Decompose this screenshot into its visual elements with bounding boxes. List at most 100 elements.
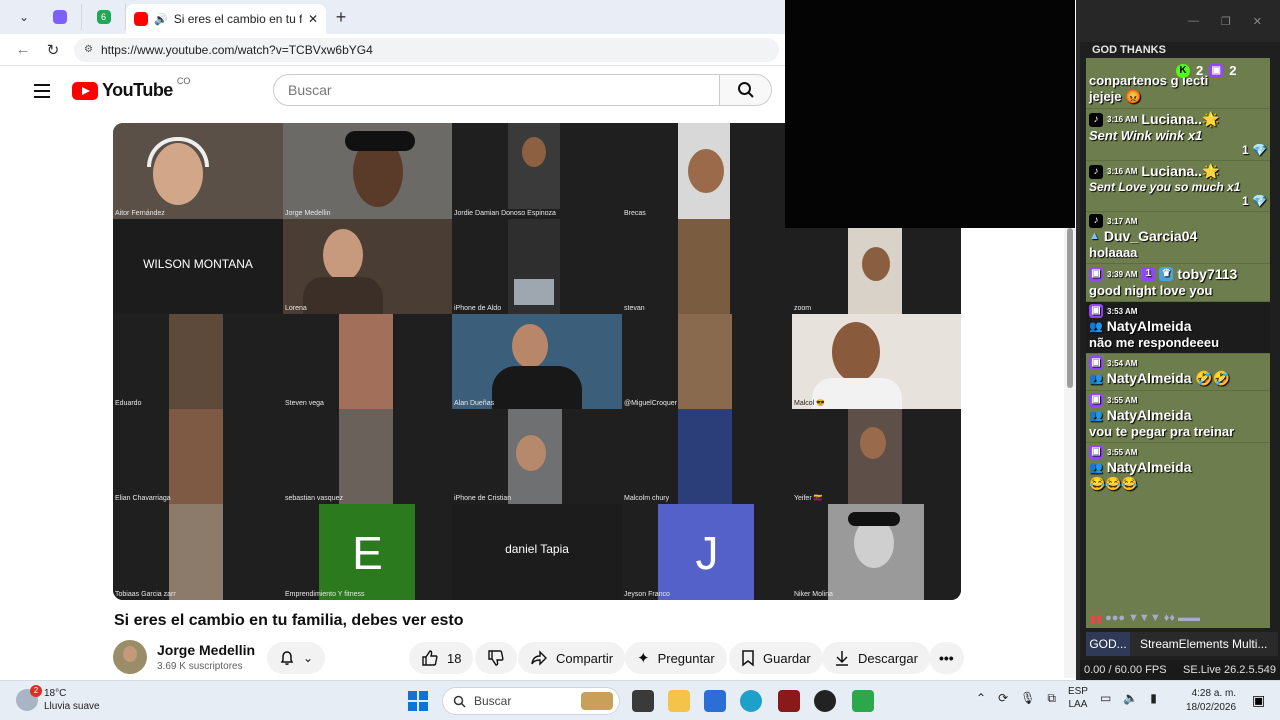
chat-user: Luciana..🌟 xyxy=(1141,163,1220,179)
scrollbar-thumb[interactable] xyxy=(1067,228,1073,388)
system-tray: ⌃ ⟳ 🎙 ⧉ ESP LAA ▭ 🔈 ▮ xyxy=(976,685,1157,711)
back-arrow-icon[interactable]: ← xyxy=(14,41,32,58)
participant-tile: Tobiaas Garcia zarr xyxy=(113,504,283,600)
site-info-icon[interactable]: ⚙ xyxy=(84,44,93,55)
share-button[interactable]: Compartir xyxy=(518,642,626,674)
kick-icon: K xyxy=(1176,63,1190,78)
participant-tile: Malcol 😎 xyxy=(792,314,961,409)
taskbar-search-text: Buscar xyxy=(474,694,512,708)
participant-name: Jorge Medellin xyxy=(285,210,331,217)
screen-icon[interactable]: ⧉ xyxy=(1047,691,1056,706)
tab-camera[interactable] xyxy=(38,4,82,30)
chat-time: 3:39 AM xyxy=(1107,269,1138,279)
speaker-icon[interactable]: 🔊 xyxy=(154,13,168,26)
sync-icon[interactable]: ⟳ xyxy=(998,691,1008,705)
chat-time: 3:54 AM xyxy=(1107,358,1138,368)
participant-name: Brecas xyxy=(624,210,646,217)
ask-button[interactable]: ✦ Preguntar xyxy=(625,642,727,674)
chevron-up-icon[interactable]: ⌃ xyxy=(976,691,986,705)
obs-icon[interactable] xyxy=(814,690,836,712)
battery-icon[interactable]: ▮ xyxy=(1150,691,1157,705)
more-actions-button[interactable]: ••• xyxy=(929,642,964,674)
download-label: Descargar xyxy=(858,650,918,666)
dislike-button[interactable] xyxy=(475,642,517,674)
download-button[interactable]: Descargar xyxy=(822,642,930,674)
share-icon xyxy=(531,650,547,666)
people-badge-icon: 👥 xyxy=(1089,373,1103,385)
url-field[interactable]: ⚙ https://www.youtube.com/watch?v=TCBVxw… xyxy=(74,37,779,62)
save-button[interactable]: Guardar xyxy=(729,642,823,674)
tab-six[interactable]: 6 xyxy=(82,4,126,30)
clock-date: 18/02/2026 xyxy=(1186,702,1237,713)
app-shield-icon[interactable] xyxy=(778,690,800,712)
tiktok-icon: ♪ xyxy=(1089,164,1103,179)
volume-icon[interactable]: 🔈 xyxy=(1123,691,1138,705)
minimize-icon[interactable]: — xyxy=(1188,15,1199,27)
avatar-letter: J xyxy=(695,527,719,579)
chat-user: NatyAlmeida xyxy=(1106,318,1192,334)
weather-badge: 2 xyxy=(30,685,42,697)
tiktok-icon: ♪ xyxy=(1089,214,1103,228)
close-window-icon[interactable]: ✕ xyxy=(1253,15,1262,28)
chat-app-icon[interactable] xyxy=(852,690,874,712)
dock-tab-god[interactable]: GOD... xyxy=(1086,632,1130,656)
language-indicator[interactable]: ESP LAA xyxy=(1068,685,1088,711)
chat-time: 3:55 AM xyxy=(1107,447,1138,457)
menu-hamburger-icon[interactable] xyxy=(34,84,50,102)
microphone-icon[interactable]: 🎙 xyxy=(1020,691,1035,705)
dock-tabs: GOD... StreamElements Multi... xyxy=(1086,632,1278,656)
store-icon[interactable] xyxy=(704,690,726,712)
chat-gift: Sent Wink wink x1 xyxy=(1089,128,1203,143)
participant-tile: Yeifer 🇻🇪 xyxy=(792,409,961,504)
network-icon[interactable]: ▭ xyxy=(1100,691,1111,705)
channel-name[interactable]: Jorge Medellin xyxy=(157,642,255,658)
chat-user: NatyAlmeida xyxy=(1106,407,1192,423)
youtube-search-button[interactable] xyxy=(719,74,772,106)
weather-widget[interactable]: 2 18°C Lluvia suave xyxy=(16,685,100,713)
clock[interactable]: 4:28 a. m. 18/02/2026 xyxy=(1186,687,1236,715)
participant-tile: Brecas xyxy=(622,123,792,219)
like-button[interactable]: 18 xyxy=(409,642,474,674)
start-button[interactable] xyxy=(408,691,428,711)
chat-feed[interactable]: conpartenos g lecti jejeje 😡 ♪ 3:16 AM Luc… xyxy=(1086,58,1270,628)
page-scrollbar[interactable] xyxy=(1064,228,1076,678)
chat-message: ▣ 3:55 AM 👥 NatyAlmeida vou te pegar pra t… xyxy=(1086,391,1270,443)
chat-text: good night love you xyxy=(1089,283,1213,298)
dock-tab-multichat[interactable]: StreamElements Multi... xyxy=(1130,632,1278,656)
taskbar-search[interactable]: Buscar xyxy=(442,687,620,715)
participant-tile: sebastian vasquez xyxy=(283,409,452,504)
chat-user: NatyAlmeida xyxy=(1106,459,1192,475)
channel-avatar[interactable] xyxy=(113,640,147,674)
panel-header: GOD THANKS xyxy=(1092,44,1166,56)
chat-text: 😂😂😂 xyxy=(1089,476,1138,491)
notifications-icon[interactable]: ▣ xyxy=(1252,692,1265,709)
reload-icon[interactable]: ↻ xyxy=(44,41,62,59)
thumbs-down-icon xyxy=(488,650,504,666)
participant-display-name: daniel Tapia xyxy=(505,542,569,556)
gift-count: 1 💎 xyxy=(1242,143,1267,157)
participant-name: Eduardo xyxy=(115,400,142,407)
platform-counts: K 2 ▣ 2 xyxy=(1176,63,1236,78)
fps-readout: 0.00 / 60.00 FPS xyxy=(1084,664,1167,676)
badge-favicon-icon: 6 xyxy=(96,10,111,24)
participant-name: iPhone de Cristian xyxy=(454,495,512,502)
tab-search-button[interactable]: ⌄ xyxy=(10,4,38,30)
close-tab-icon[interactable]: ✕ xyxy=(308,12,318,26)
edge-icon[interactable] xyxy=(740,690,762,712)
twitch-icon: ▣ xyxy=(1089,393,1103,407)
youtube-search-input[interactable]: Buscar xyxy=(273,74,720,106)
youtube-logo[interactable]: YouTube CO xyxy=(72,76,190,101)
save-label: Guardar xyxy=(763,650,811,666)
file-explorer-icon[interactable] xyxy=(668,690,690,712)
tab-youtube-active[interactable]: 🔊 Si eres el cambio en tu familia ✕ xyxy=(126,4,326,34)
chat-user: NatyAlmeida 🤣🤣 xyxy=(1106,370,1231,386)
notification-bell-button[interactable]: ⌄ xyxy=(267,642,326,674)
temperature: 18°C xyxy=(44,688,67,699)
restore-icon[interactable]: ❐ xyxy=(1221,15,1231,28)
chat-message: ▣ 3:39 AM 1 ♛ toby7113 good night love you xyxy=(1086,264,1270,302)
new-tab-button[interactable]: + xyxy=(326,7,356,28)
version-readout: SE.Live 26.2.5.549 xyxy=(1183,664,1276,676)
participant-tile: stevan xyxy=(622,219,792,314)
kick-count: 2 xyxy=(1196,63,1204,78)
task-view-icon[interactable] xyxy=(632,690,654,712)
